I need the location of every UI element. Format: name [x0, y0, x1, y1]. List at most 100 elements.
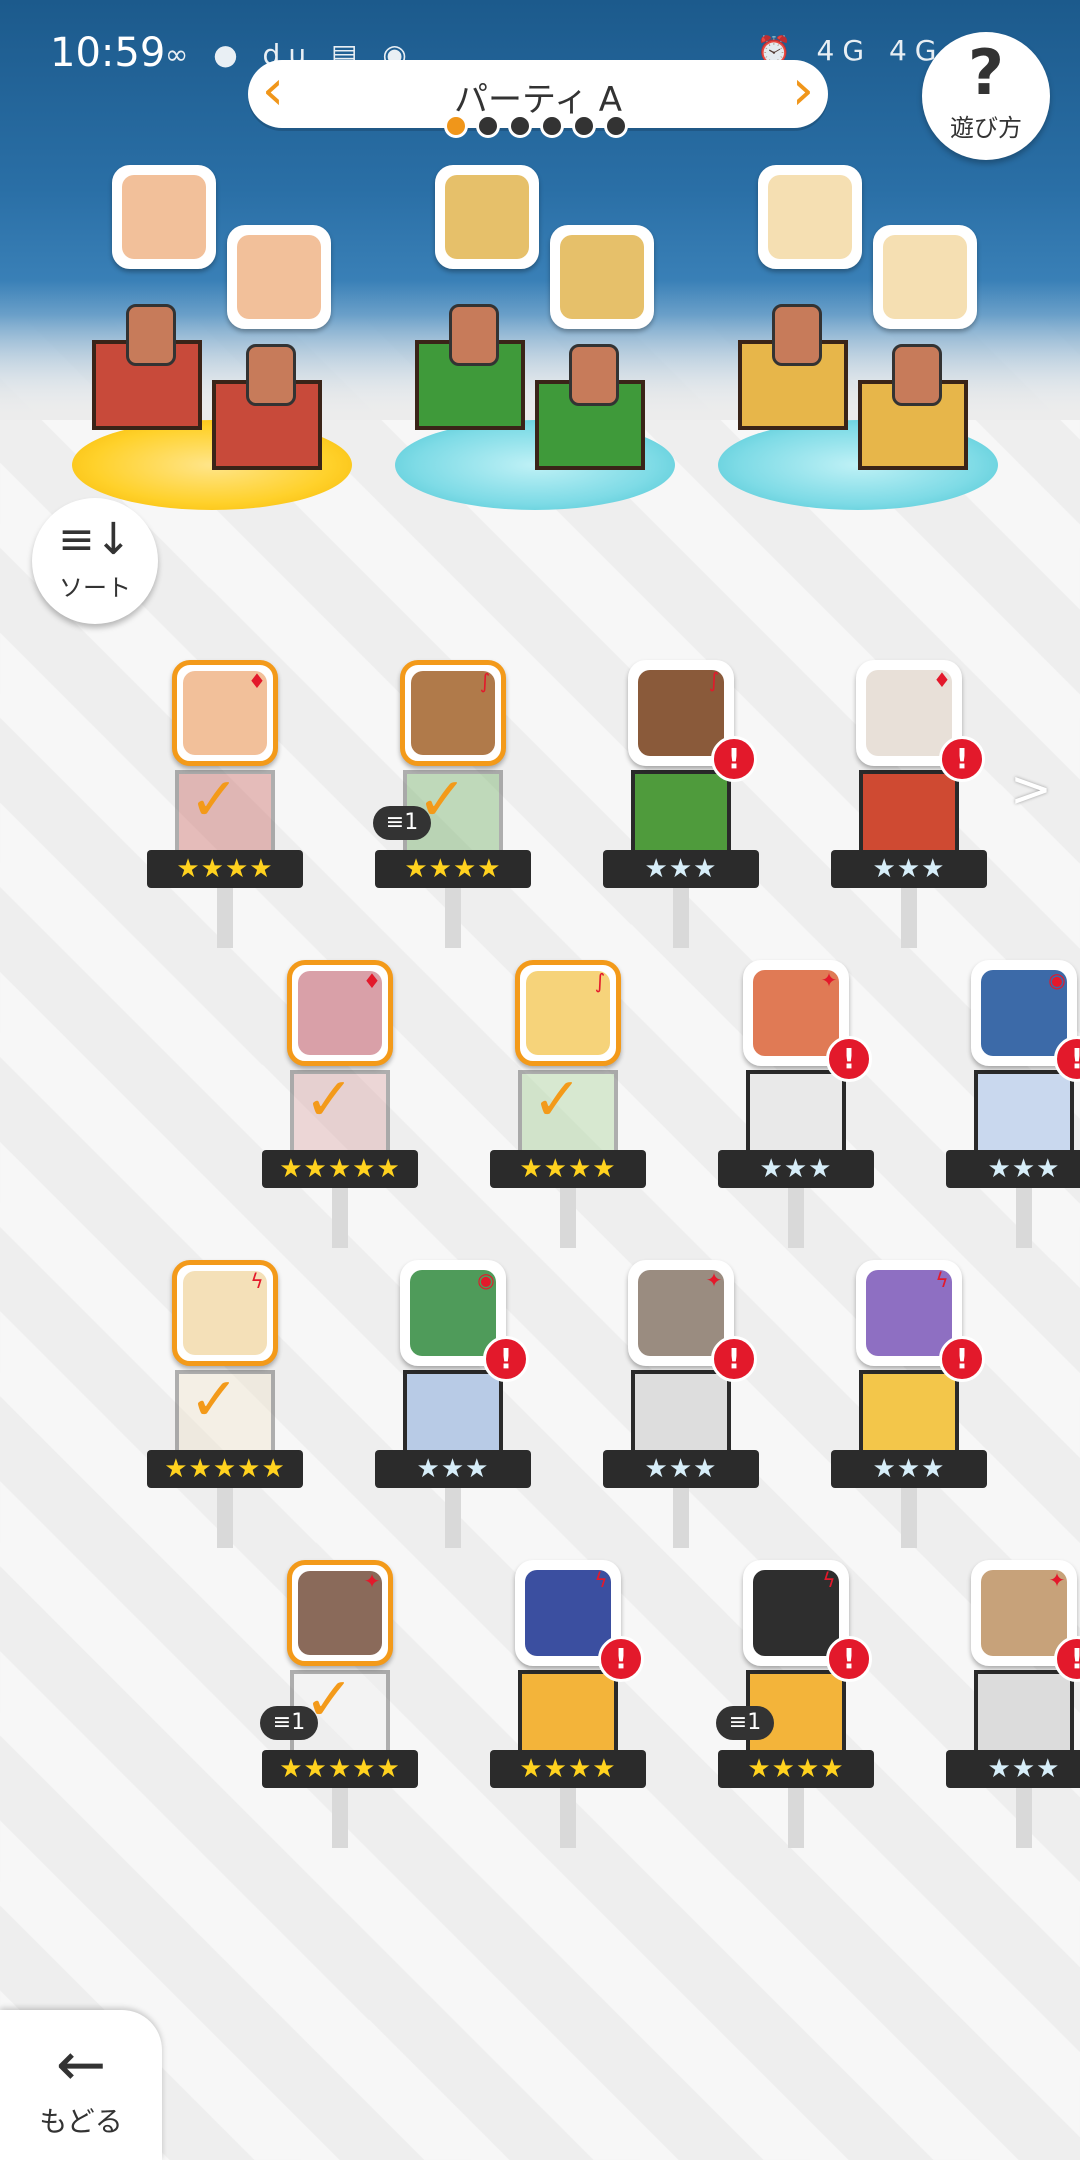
check-icon: ✓ [532, 1065, 583, 1135]
alert-icon: ! [598, 1636, 644, 1682]
character-face [560, 235, 644, 319]
character-portrait[interactable]: ∫ [515, 960, 621, 1066]
slot-block [212, 344, 322, 470]
character-sprite [772, 304, 822, 366]
character-face [237, 235, 321, 319]
element-icon: ϟ [935, 1268, 949, 1292]
star-rating: ★★★ [946, 1750, 1080, 1788]
check-icon: ✓ [189, 765, 240, 835]
star-rating: ★★★★ [490, 1150, 646, 1188]
element-icon: ♦ [933, 668, 951, 692]
star-rating: ★★★★★ [262, 1150, 418, 1188]
back-button[interactable]: ← もどる [0, 2010, 162, 2160]
chevron-right-icon[interactable]: > [1010, 760, 1052, 818]
element-icon: ♦ [363, 969, 381, 993]
party-slot[interactable] [708, 300, 1008, 520]
star-rating: ★★★★★ [262, 1750, 418, 1788]
character-portrait[interactable]: ♦ [172, 660, 278, 766]
slot-block [738, 304, 848, 430]
element-icon: ∫ [708, 668, 720, 692]
party-member-portrait[interactable] [227, 225, 331, 329]
character-face [768, 175, 852, 259]
page-dot[interactable] [508, 114, 532, 138]
roster-card[interactable]: ϟ ✓ ★★★★★ [145, 1260, 305, 1548]
element-icon: ◉ [477, 1268, 495, 1292]
star-rating: ★★★ [718, 1150, 874, 1188]
roster-card[interactable]: ∫ ✓ ★★★★ [488, 960, 648, 1248]
character-sprite [246, 344, 296, 406]
roster-card[interactable]: ♦! ★★★ [829, 660, 989, 948]
party-slot[interactable] [385, 300, 685, 520]
page-dot[interactable] [540, 114, 564, 138]
roster-card[interactable]: ✦!★★★ [601, 1260, 761, 1548]
pillar-stem [1016, 1788, 1032, 1848]
party-member-portrait[interactable] [873, 225, 977, 329]
question-icon: ? [968, 36, 1004, 109]
roster-card[interactable]: ϟ! ★★★★ [488, 1560, 648, 1848]
roster-card[interactable]: ϟ! ≡1 ★★★★ [716, 1560, 876, 1848]
duplicate-count-badge: ≡1 [373, 806, 431, 840]
chevron-right-icon[interactable]: › [778, 60, 828, 128]
sort-button[interactable]: ≡↓ ソート [32, 498, 158, 624]
alert-icon: ! [939, 736, 985, 782]
element-icon: ϟ [822, 1568, 836, 1592]
star-rating: ★★★ [946, 1150, 1080, 1188]
star-rating: ★★★ [375, 1450, 531, 1488]
party-page-dots [444, 114, 628, 138]
roster-card[interactable]: ✦ ✓ ≡1 ★★★★★ [260, 1560, 420, 1848]
character-portrait[interactable]: ♦ [287, 960, 393, 1066]
element-icon: ✦ [705, 1268, 723, 1292]
roster-card[interactable]: ✦!★★★ [944, 1560, 1080, 1848]
chevron-left-icon[interactable]: ‹ [248, 60, 298, 128]
star-rating: ★★★★ [147, 850, 303, 888]
page-dot[interactable] [476, 114, 500, 138]
party-member-portrait[interactable] [758, 165, 862, 269]
character-portrait[interactable]: ϟ [172, 1260, 278, 1366]
element-icon: ♦ [248, 669, 266, 693]
help-button[interactable]: ? 遊び方 [922, 32, 1050, 160]
help-label: 遊び方 [950, 114, 1022, 142]
character-face [445, 175, 529, 259]
element-icon: ✦ [1048, 1568, 1066, 1592]
slot-block [92, 304, 202, 430]
star-rating: ★★★ [831, 1450, 987, 1488]
page-dot[interactable] [572, 114, 596, 138]
roster-card[interactable]: ♦ ✓ ★★★★ [145, 660, 305, 948]
arrow-left-icon: ← [55, 2030, 107, 2100]
star-rating: ★★★ [831, 850, 987, 888]
pillar-stem [788, 1788, 804, 1848]
alert-icon: ! [711, 1336, 757, 1382]
roster-card[interactable]: ♦ ✓ ★★★★★ [260, 960, 420, 1248]
character-portrait[interactable]: ∫ [400, 660, 506, 766]
roster-card[interactable]: ◉! ★★★ [373, 1260, 533, 1548]
page-dot[interactable] [444, 114, 468, 138]
party-selector: ‹ パーティ A › [248, 60, 828, 138]
check-icon: ✓ [189, 1365, 240, 1435]
pillar-stem [217, 888, 233, 948]
roster-card[interactable]: ✦!★★★ [716, 960, 876, 1248]
roster-card[interactable]: ϟ! ★★★ [829, 1260, 989, 1548]
party-member-portrait[interactable] [112, 165, 216, 269]
pillar-stem [673, 888, 689, 948]
roster-card[interactable]: ∫ ✓ ≡1 ★★★★ [373, 660, 533, 948]
star-rating: ★★★★ [490, 1750, 646, 1788]
pillar-stem [1016, 1188, 1032, 1248]
character-face [122, 175, 206, 259]
duplicate-count-badge: ≡1 [260, 1706, 318, 1740]
party-member-portrait[interactable] [435, 165, 539, 269]
alert-icon: ! [483, 1336, 529, 1382]
party-slot[interactable] [62, 300, 362, 520]
element-icon: ϟ [250, 1269, 264, 1293]
element-icon: ✦ [363, 1569, 381, 1593]
party-member-portrait[interactable] [550, 225, 654, 329]
character-sprite [126, 304, 176, 366]
pillar-stem [560, 1188, 576, 1248]
character-face [883, 235, 967, 319]
roster-card[interactable]: ∫! ★★★ [601, 660, 761, 948]
roster-card[interactable]: ◉!★★★ [944, 960, 1080, 1248]
character-portrait[interactable]: ✦ [287, 1560, 393, 1666]
slot-block [858, 344, 968, 470]
pillar-stem [217, 1488, 233, 1548]
back-label: もどる [39, 2105, 123, 2138]
page-dot[interactable] [604, 114, 628, 138]
